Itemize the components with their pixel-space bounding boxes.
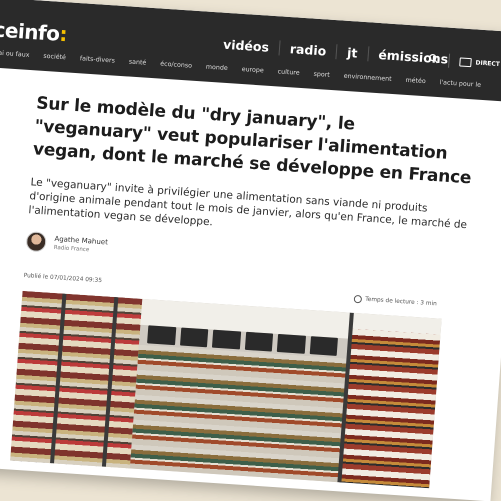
nav-item-videos[interactable]: vidéos — [212, 36, 281, 56]
category-item[interactable]: sport — [313, 71, 330, 79]
category-item[interactable]: europe — [241, 66, 264, 74]
site-logo[interactable]: ceinfo: — [0, 17, 68, 46]
category-item[interactable]: environnement — [343, 73, 391, 83]
category-item[interactable]: vrai ou faux — [0, 49, 30, 58]
search-icon[interactable] — [428, 53, 439, 67]
clock-icon — [353, 294, 363, 304]
article-page: ceinfo: vidéos radio jt émissions DIRECT… — [0, 0, 501, 501]
tv-icon — [459, 56, 472, 67]
logo-text: ceinfo — [0, 17, 61, 46]
header-separator — [448, 53, 451, 68]
reading-time-label: Temps de lecture : 3 min — [364, 296, 437, 308]
category-item[interactable]: santé — [129, 58, 147, 66]
article-content: Sur le modèle du "dry january", le "vega… — [0, 67, 478, 490]
reading-time: Temps de lecture : 3 min — [353, 294, 437, 308]
publish-date: Publié le 07/01/2024 09:35 — [23, 272, 103, 285]
nav-item-jt[interactable]: jt — [336, 44, 369, 62]
category-item[interactable]: éco/conso — [160, 61, 192, 70]
author-avatar — [25, 231, 47, 253]
category-item[interactable]: culture — [277, 68, 299, 76]
category-item[interactable]: société — [43, 53, 66, 61]
direct-label: DIRECT T — [475, 58, 501, 68]
article-photo — [10, 290, 442, 489]
photo-shelf-middle — [129, 344, 349, 483]
author-organization: Radio France — [53, 244, 90, 254]
category-item[interactable]: faits-divers — [80, 55, 116, 64]
photo-shelf-right — [339, 328, 441, 489]
nav-item-radio[interactable]: radio — [279, 40, 338, 60]
category-item[interactable]: monde — [206, 64, 228, 72]
direct-tv-button[interactable]: DIRECT T — [459, 56, 501, 69]
article-title: Sur le modèle du "dry january", le "vega… — [32, 93, 472, 189]
photo-shelf-left — [10, 290, 143, 469]
main-nav: vidéos radio jt émissions — [212, 36, 459, 67]
header-tools: DIRECT T — [428, 52, 501, 71]
category-item[interactable]: météo — [405, 77, 426, 85]
logo-colon: : — [58, 21, 68, 47]
category-item[interactable]: l'actu pour le — [439, 79, 481, 89]
